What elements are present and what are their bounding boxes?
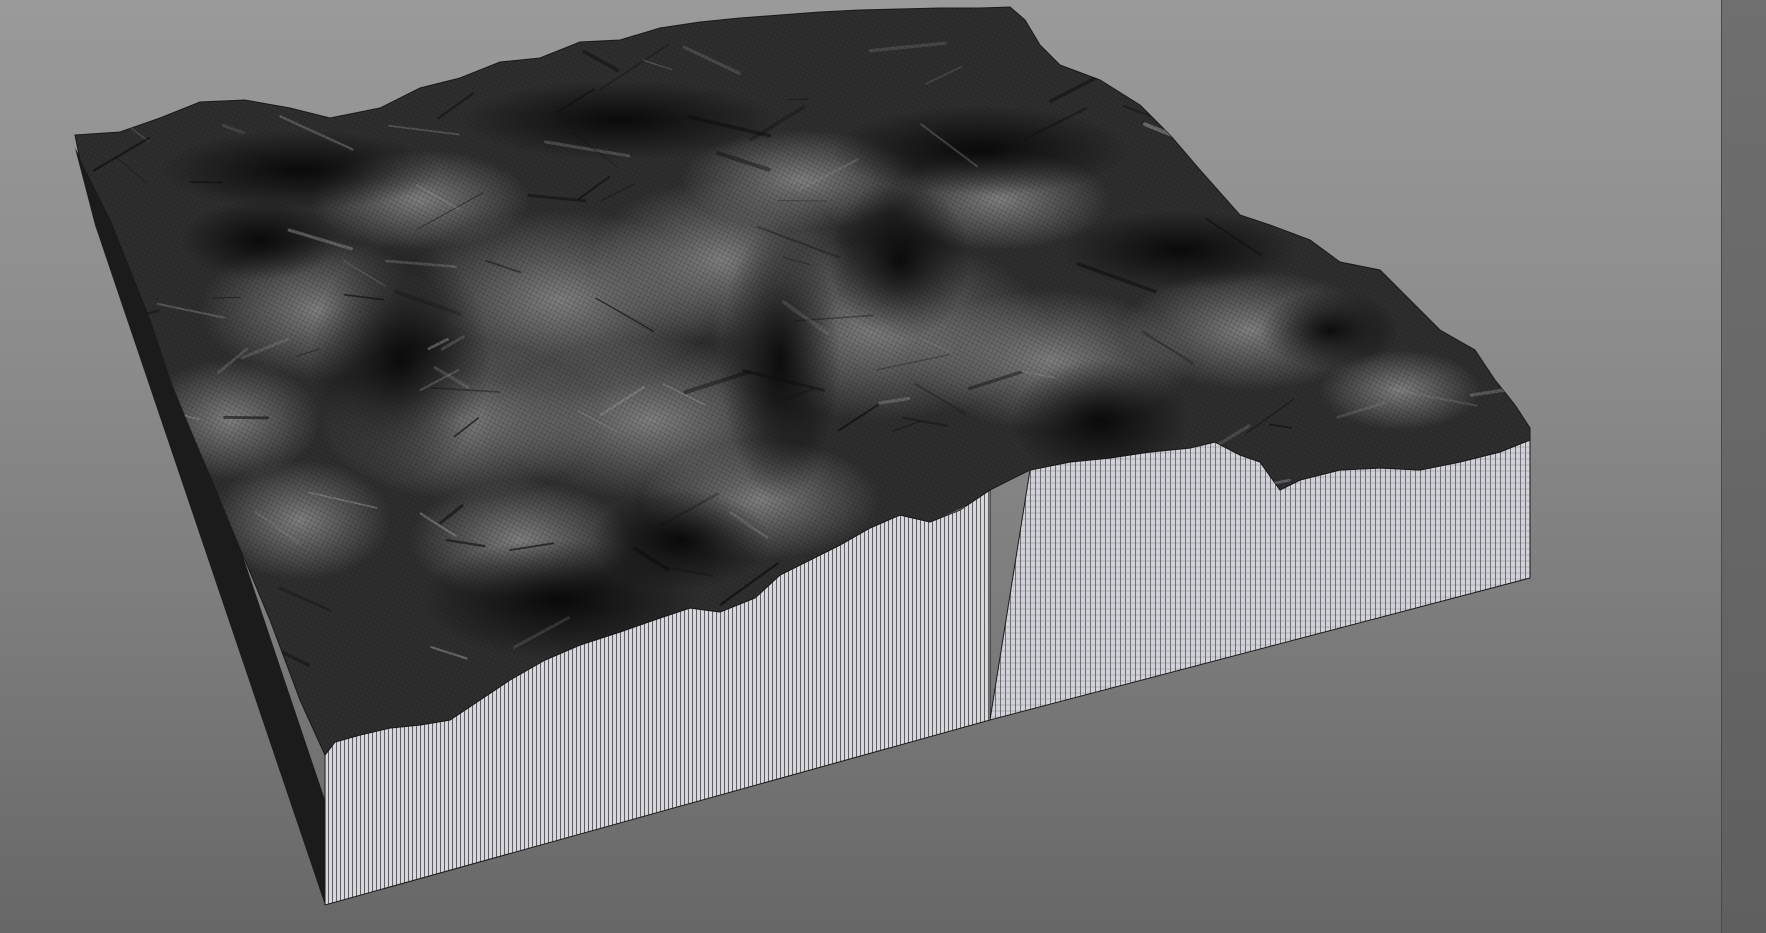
3d-viewport[interactable]: [0, 0, 1766, 933]
terrain-right-wall: [989, 439, 1531, 721]
side-panel-edge: [1721, 0, 1766, 933]
terrain-scene[interactable]: [0, 0, 1720, 933]
